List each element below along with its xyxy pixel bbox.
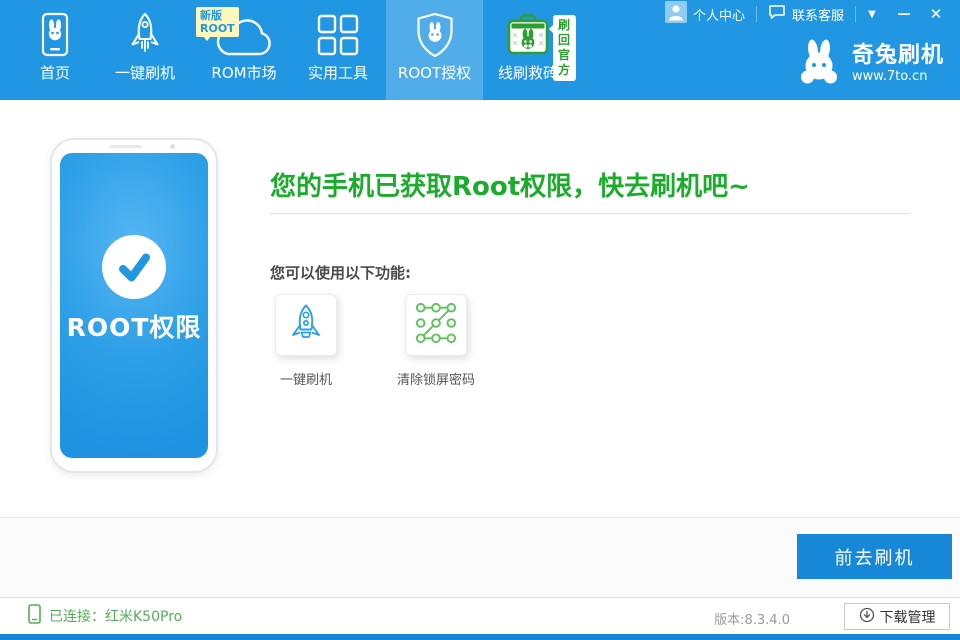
- version-label: 版本:8.3.4.0: [714, 609, 790, 628]
- rescue-bag-icon: [505, 10, 551, 60]
- divider: [270, 213, 910, 214]
- statusbar: 已连接：红米K50Pro 版本:8.3.4.0 下载管理: [0, 597, 960, 634]
- nav-label: 首页: [40, 62, 70, 83]
- footer: 前去刷机: [0, 517, 960, 597]
- home-phone-rabbit-icon: [36, 10, 74, 60]
- nav-label: 线刷救砖: [498, 62, 558, 83]
- minimize-button[interactable]: —: [888, 0, 920, 28]
- close-button[interactable]: ✕: [920, 0, 952, 28]
- avatar: [665, 1, 687, 27]
- go-flash-button[interactable]: 前去刷机: [797, 534, 952, 579]
- rocket-icon: [127, 10, 163, 60]
- grid-tools-icon: [315, 10, 361, 60]
- nav-item-tools[interactable]: 实用工具: [290, 0, 386, 100]
- navbar: 首页 一键刷机 新版 ROOT ROM市场: [0, 0, 960, 100]
- nav-label: ROOT授权: [398, 62, 471, 83]
- main-content: ROOT权限 您的手机已获取Root权限，快去刷机吧~ 您可以使用以下功能:: [0, 100, 960, 517]
- brand-name: 奇兔刷机: [852, 43, 944, 69]
- clear-lock-password-button[interactable]: [405, 294, 467, 356]
- brand-site: www.7to.cn: [852, 69, 944, 84]
- success-check-icon: [102, 235, 166, 299]
- page-title: 您的手机已获取Root权限，快去刷机吧~: [270, 166, 750, 203]
- connection-status: 已连接：红米K50Pro: [28, 598, 182, 634]
- nav-item-one-key-flash[interactable]: 一键刷机: [97, 0, 193, 100]
- root-permission-label: ROOT权限: [60, 308, 208, 344]
- contact-support-label: 联系客服: [792, 5, 844, 24]
- download-manager-button[interactable]: 下载管理: [844, 603, 950, 630]
- chat-bubble-icon: [768, 4, 786, 24]
- feature-clear-lock: 清除锁屏密码: [374, 294, 498, 388]
- nav-item-rom-market[interactable]: 新版 ROOT ROM市场: [196, 0, 292, 100]
- titlebar: 个人中心 联系客服 ▼ — ✕: [654, 0, 952, 28]
- app-window: 首页 一键刷机 新版 ROOT ROM市场: [0, 0, 960, 640]
- phone-camera-dot: [170, 144, 175, 149]
- feature-one-key-flash: 一键刷机: [244, 294, 368, 388]
- nav-label: ROM市场: [211, 62, 276, 83]
- download-icon: [859, 607, 875, 627]
- one-key-flash-button[interactable]: [275, 294, 337, 356]
- download-manager-label: 下载管理: [880, 607, 936, 627]
- new-root-badge: 新版 ROOT: [196, 7, 239, 37]
- features-caption: 您可以使用以下功能:: [270, 262, 411, 283]
- connection-text: 已连接：红米K50Pro: [49, 606, 182, 626]
- nav-item-home[interactable]: 首页: [7, 0, 103, 100]
- nav-item-rescue[interactable]: 刷回 官方 线刷: [480, 0, 576, 100]
- nav-item-root-auth[interactable]: ROOT授权: [386, 0, 483, 100]
- phone-screen: ROOT权限: [60, 153, 208, 458]
- feature-label: 清除锁屏密码: [397, 369, 475, 388]
- rocket-feature-icon: [286, 303, 326, 347]
- user-center-label: 个人中心: [693, 5, 745, 24]
- dropdown-menu-button[interactable]: ▼: [856, 0, 888, 28]
- contact-support-button[interactable]: 联系客服: [757, 0, 855, 28]
- phone-illustration: ROOT权限: [50, 138, 218, 473]
- nav-label: 实用工具: [308, 62, 368, 83]
- official-rom-badge: 刷回 官方: [553, 15, 576, 81]
- shield-rabbit-icon: [414, 10, 456, 60]
- user-center-button[interactable]: 个人中心: [654, 0, 756, 28]
- phone-speaker: [110, 145, 142, 148]
- rabbit-logo-icon: [795, 38, 843, 89]
- feature-label: 一键刷机: [280, 369, 332, 388]
- pattern-lock-icon: [414, 301, 458, 349]
- connected-phone-icon: [28, 604, 41, 628]
- brand-logo: 奇兔刷机 www.7to.cn: [795, 38, 944, 89]
- window-bottom-edge: [0, 634, 960, 640]
- nav-label: 一键刷机: [115, 62, 175, 83]
